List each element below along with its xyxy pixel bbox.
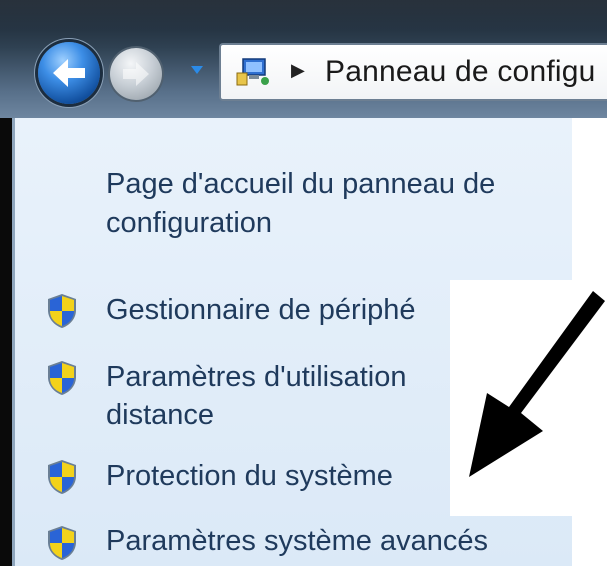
back-arrow-icon [53,59,85,87]
control-panel-home-link-line2[interactable]: configuration [106,204,272,243]
glass-highlight [0,0,607,30]
breadcrumb-control-panel[interactable]: Panneau de configu [325,55,596,89]
control-panel-icon [236,58,269,86]
system-protection-link[interactable]: Protection du système [106,457,393,496]
breadcrumb-separator-icon[interactable]: ▶ [291,60,305,81]
forward-arrow-icon [123,62,149,86]
recent-pages-chevron-down-icon[interactable] [190,63,204,77]
uac-shield-icon [48,361,76,395]
control-panel-home-link[interactable]: Page d'accueil du panneau de [106,165,495,204]
uac-shield-icon [48,460,76,494]
back-button[interactable] [38,42,100,104]
device-manager-link[interactable]: Gestionnaire de périphé [106,291,416,330]
advanced-system-settings-link[interactable]: Paramètres système avancés [106,522,488,561]
uac-shield-icon [48,526,76,560]
address-bar[interactable]: ▶ Panneau de configu [219,43,607,101]
forward-button[interactable] [110,48,162,100]
annotation-arrow-icon [469,291,605,477]
remote-settings-link[interactable]: Paramètres d'utilisation [106,358,407,397]
remote-settings-link-line2[interactable]: distance [106,396,214,435]
uac-shield-icon [48,294,76,328]
